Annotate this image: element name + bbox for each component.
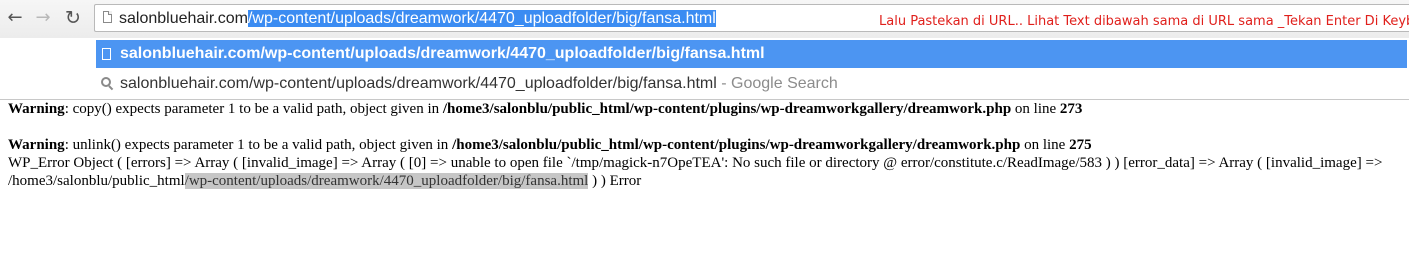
- warning-message: : copy() expects parameter 1 to be a val…: [64, 101, 443, 117]
- warning-on-line: on line: [1011, 101, 1060, 117]
- address-bar[interactable]: salonbluehair.com/wp-content/uploads/dre…: [94, 4, 1409, 32]
- forward-arrow-icon[interactable]: →: [32, 6, 54, 30]
- back-arrow-icon[interactable]: ←: [4, 6, 26, 30]
- google-search-suffix: - Google Search: [716, 75, 838, 92]
- warning-label: Warning: [8, 137, 65, 153]
- url-domain: salonbluehair.com: [119, 10, 248, 27]
- page-icon: [103, 11, 112, 23]
- warning-copy: Warning: copy() expects parameter 1 to b…: [8, 100, 1082, 118]
- suggestion-search[interactable]: salonbluehair.com/wp-content/uploads/dre…: [96, 70, 1407, 98]
- reload-icon[interactable]: ↻: [62, 6, 84, 30]
- url-text[interactable]: salonbluehair.com/wp-content/uploads/dre…: [119, 9, 716, 29]
- wp-error-object: WP_Error Object ( [errors] => Array ( [i…: [8, 154, 1398, 190]
- highlighted-path: /wp-content/uploads/dreamwork/4470_uploa…: [184, 173, 589, 189]
- page-icon: [102, 48, 111, 60]
- search-icon: [101, 77, 114, 91]
- warning-on-line: on line: [1020, 137, 1070, 153]
- url-path-selected: /wp-content/uploads/dreamwork/4470_uploa…: [247, 10, 716, 27]
- suggestion-search-text: salonbluehair.com/wp-content/uploads/dre…: [120, 75, 717, 92]
- warning-line-number: 273: [1059, 101, 1083, 117]
- warning-file: /home3/salonblu/public_html/wp-content/p…: [452, 137, 1021, 153]
- warning-file: /home3/salonblu/public_html/wp-content/p…: [442, 101, 1012, 117]
- suggestion-url-text: salonbluehair.com/wp-content/uploads/dre…: [120, 45, 765, 62]
- error-tail: ) ) Error: [588, 173, 642, 189]
- warning-message: : unlink() expects parameter 1 to be a v…: [64, 137, 453, 153]
- browser-toolbar: ← → ↻ salonbluehair.com/wp-content/uploa…: [0, 0, 1409, 38]
- instruction-annotation: Lalu Pastekan di URL.. Lihat Text dibawa…: [879, 14, 1409, 29]
- warning-unlink: Warning: unlink() expects parameter 1 to…: [8, 136, 1092, 154]
- suggestion-url[interactable]: salonbluehair.com/wp-content/uploads/dre…: [96, 40, 1407, 68]
- warning-line-number: 275: [1069, 137, 1092, 153]
- omnibox-suggestions: salonbluehair.com/wp-content/uploads/dre…: [0, 38, 1409, 100]
- warning-label: Warning: [8, 101, 65, 117]
